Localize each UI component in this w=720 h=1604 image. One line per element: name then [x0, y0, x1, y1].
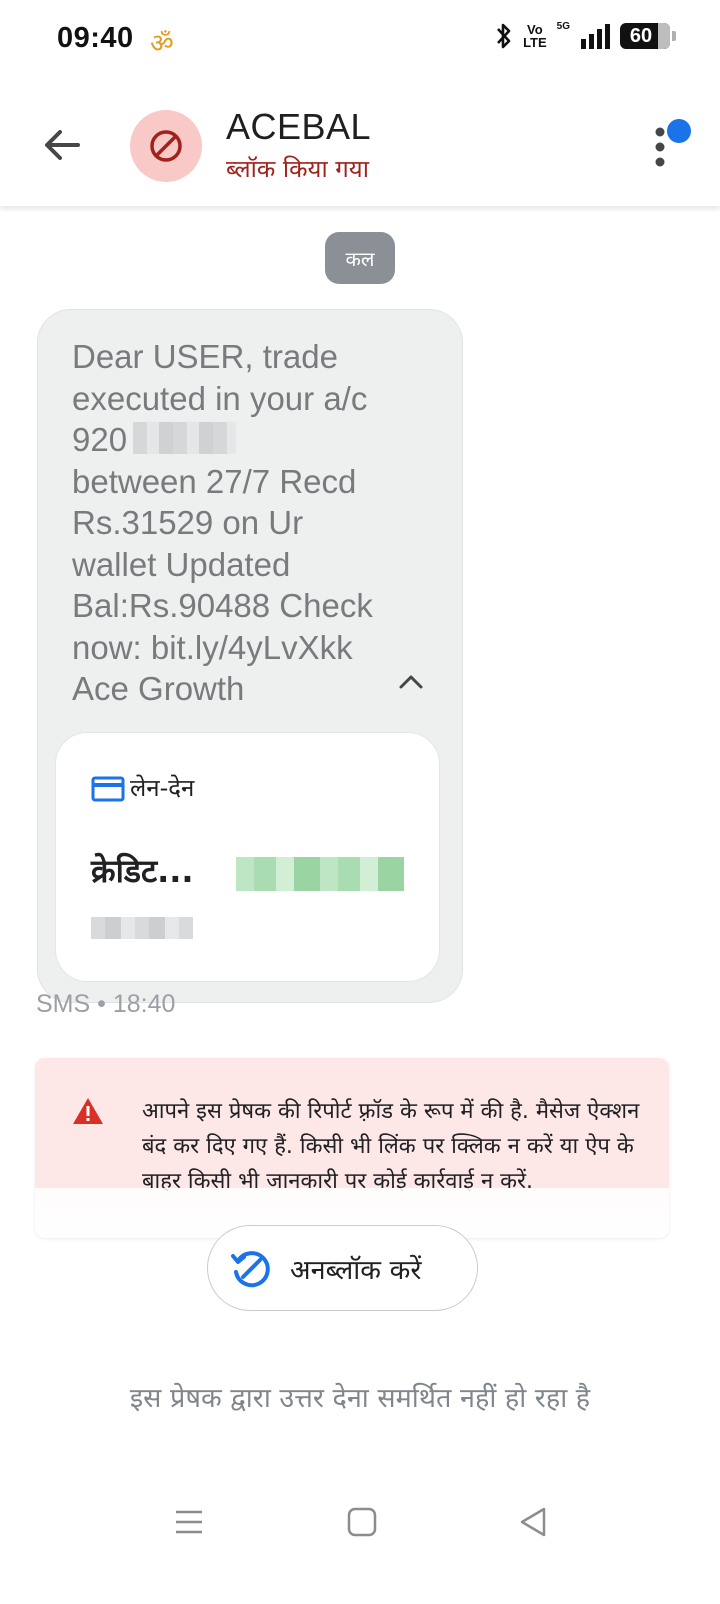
warning-icon — [71, 1096, 105, 1131]
redacted-account-number — [133, 422, 236, 454]
chevron-up-icon[interactable] — [396, 670, 426, 694]
home-icon[interactable] — [342, 1502, 382, 1542]
avatar[interactable] — [130, 110, 202, 182]
battery-icon: 60 — [620, 23, 676, 49]
unblock-icon — [231, 1251, 270, 1288]
conversation-header: ACEBAL ब्लॉक किया गया — [0, 82, 720, 206]
message-bubble[interactable]: Dear USER, trade executed in your a/c 92… — [37, 309, 463, 1003]
unblock-button[interactable]: अनब्लॉक करें — [207, 1225, 478, 1311]
redacted-subtext — [91, 917, 193, 939]
om-icon: ॐ — [150, 29, 174, 59]
blocked-status: ब्लॉक किया गया — [226, 155, 369, 183]
transaction-card[interactable]: लेन-देन क्रेडिट... — [55, 732, 440, 982]
back-icon[interactable] — [514, 1502, 554, 1542]
block-icon — [150, 130, 182, 162]
battery-level: 60 — [629, 24, 653, 47]
message-text: Dear USER, trade executed in your a/c 92… — [72, 338, 373, 707]
reply-not-supported-note: इस प्रेषक द्वारा उत्तर देना समर्थित नहीं… — [129, 1383, 591, 1414]
battery-empty-portion — [658, 23, 670, 49]
network-type: 5G — [556, 20, 570, 32]
contact-name: ACEBAL — [226, 106, 372, 147]
unblock-label: अनब्लॉक करें — [290, 1254, 422, 1286]
volte-icon: Vo LTE — [523, 22, 547, 50]
card-title: क्रेडिट... — [91, 852, 194, 890]
redacted-amount — [236, 857, 404, 891]
message-meta: SMS • 18:40 — [36, 990, 176, 1018]
warning-text: आपने इस प्रेषक की रिपोर्ट फ़्रॉड के रूप … — [142, 1099, 640, 1194]
signal-icon — [580, 23, 610, 49]
back-arrow-icon[interactable] — [38, 120, 88, 170]
status-bar: 09:40 ॐ Vo LTE 5G 60 — [0, 0, 720, 82]
bluetooth-icon — [495, 22, 513, 50]
notification-dot — [667, 119, 691, 143]
status-icons: Vo LTE 5G 60 — [495, 20, 676, 50]
date-chip: कल — [325, 232, 395, 284]
menu-icon[interactable] — [170, 1502, 210, 1542]
card-label: लेन-देन — [130, 774, 195, 802]
clock: 09:40 — [57, 22, 134, 54]
fraud-warning-banner: आपने इस प्रेषक की रिपोर्ट फ़्रॉड के रूप … — [35, 1058, 669, 1238]
system-nav-bar — [0, 1480, 720, 1604]
credit-card-icon — [91, 775, 125, 808]
